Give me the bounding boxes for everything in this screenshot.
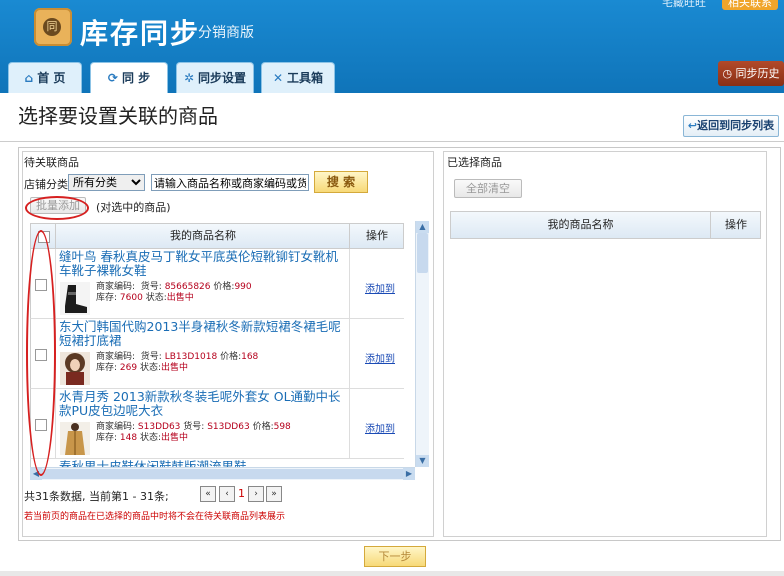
search-button[interactable]: 搜 索 bbox=[314, 171, 368, 193]
clear-all-button[interactable]: 全部清空 bbox=[454, 179, 522, 198]
table-row: 水青月秀 2013新款秋冬装毛呢外套女 OL通勤中长款PU皮包边呢大衣 商家编码… bbox=[30, 389, 404, 459]
last-page-button[interactable]: » bbox=[266, 486, 282, 502]
table-row: 东大门韩国代购2013半身裙秋冬新款短裙冬裙毛呢短裙打底裙 商家编码: 货号: … bbox=[30, 319, 404, 389]
return-icon: ↩ bbox=[687, 119, 698, 132]
scroll-right-icon[interactable]: ▶ bbox=[403, 468, 415, 480]
product-thumbnail bbox=[60, 352, 90, 385]
gear-icon: ✲ bbox=[183, 71, 195, 85]
scroll-thumb[interactable] bbox=[417, 233, 428, 273]
annotation-circle bbox=[25, 196, 89, 220]
product-table-header: 我的商品名称 操作 bbox=[30, 223, 404, 249]
next-step-button[interactable]: 下一步 bbox=[364, 546, 426, 567]
horizontal-scrollbar[interactable]: ◀ ▶ bbox=[30, 467, 415, 480]
back-label: 返回到同步列表 bbox=[697, 119, 775, 132]
product-meta-line2: 库存: 7600 状态:出售中 bbox=[96, 293, 194, 303]
product-name-link[interactable]: 春秋男士皮鞋休闲鞋韩版潮流男鞋 bbox=[59, 459, 247, 467]
next-page-button[interactable]: › bbox=[248, 486, 264, 502]
tab-label: 同 步 bbox=[121, 71, 151, 85]
divider bbox=[349, 389, 350, 459]
selected-table-header: 我的商品名称 操作 bbox=[450, 211, 761, 239]
add-to-link[interactable]: 添加到 bbox=[365, 420, 395, 435]
left-panel-label: 待关联商品 bbox=[24, 156, 79, 169]
category-label: 店铺分类 bbox=[24, 178, 68, 191]
table-row-partial: 春秋男士皮鞋休闲鞋韩版潮流男鞋 bbox=[30, 459, 404, 467]
warning-text: 若当前页的商品在已选择的商品中时将不会在待关联商品列表展示 bbox=[24, 512, 286, 522]
column-header-action: 操作 bbox=[710, 212, 761, 238]
top-right-links[interactable]: 宅藏旺旺 相关联系 bbox=[662, 0, 778, 10]
column-header-action: 操作 bbox=[349, 224, 404, 248]
app-logo: 同 bbox=[34, 8, 72, 46]
tools-icon: ✕ bbox=[272, 71, 284, 85]
current-page: 1 bbox=[238, 487, 245, 500]
tab-label: 首 页 bbox=[37, 71, 66, 85]
divider bbox=[55, 389, 56, 459]
scroll-thumb[interactable] bbox=[42, 469, 404, 479]
back-to-sync-list-button[interactable]: ↩返回到同步列表 bbox=[683, 115, 779, 137]
batch-add-hint: (对选中的商品) bbox=[96, 201, 171, 214]
footer-bar bbox=[0, 571, 784, 576]
product-meta-line1: 商家编码: 货号: 85665826 价格:990 bbox=[96, 282, 252, 292]
right-panel-label: 已选择商品 bbox=[447, 156, 502, 169]
pagination-summary: 共31条数据, 当前第1 - 31条; bbox=[24, 490, 169, 503]
tab-sync[interactable]: ⟳ 同 步 bbox=[90, 62, 168, 93]
product-thumbnail bbox=[60, 422, 90, 455]
search-input[interactable] bbox=[151, 174, 309, 191]
tab-toolbox[interactable]: ✕ 工具箱 bbox=[261, 62, 335, 93]
table-row: 缝叶鸟 春秋真皮马丁靴女平底英伦短靴铆钉女靴机车靴子裸靴女鞋 商家编码: 货号:… bbox=[30, 249, 404, 319]
divider bbox=[349, 319, 350, 389]
tab-home[interactable]: ⌂ 首 页 bbox=[8, 62, 82, 93]
product-meta-line1: 商家编码: S13DD63 货号: S13DD63 价格:598 bbox=[96, 422, 291, 432]
app-subtitle: 分销商版 bbox=[198, 25, 254, 41]
history-label: 同步历史 bbox=[735, 67, 780, 80]
vertical-scrollbar[interactable]: ▲ ▼ bbox=[415, 221, 429, 467]
annotation-ellipse bbox=[26, 230, 56, 476]
divider bbox=[55, 249, 56, 319]
app-title: 库存同步 bbox=[80, 17, 201, 50]
product-name-link[interactable]: 水青月秀 2013新款秋冬装毛呢外套女 OL通勤中长款PU皮包边呢大衣 bbox=[59, 390, 344, 418]
product-meta-line2: 库存: 148 状态:出售中 bbox=[96, 433, 189, 443]
clock-icon: ◷ bbox=[722, 67, 733, 80]
home-icon: ⌂ bbox=[24, 71, 34, 85]
logo-glyph: 同 bbox=[43, 18, 61, 36]
top-right-badge[interactable]: 相关联系 bbox=[722, 0, 778, 10]
scroll-up-icon[interactable]: ▲ bbox=[416, 221, 429, 233]
add-to-link[interactable]: 添加到 bbox=[365, 350, 395, 365]
column-header-name: 我的商品名称 bbox=[55, 224, 350, 248]
top-right-text[interactable]: 宅藏旺旺 bbox=[662, 0, 706, 9]
sync-icon: ⟳ bbox=[107, 71, 118, 85]
tab-sync-settings[interactable]: ✲ 同步设置 bbox=[176, 62, 254, 93]
divider bbox=[0, 141, 784, 142]
product-name-link[interactable]: 缝叶鸟 春秋真皮马丁靴女平底英伦短靴铆钉女靴机车靴子裸靴女鞋 bbox=[59, 250, 344, 278]
product-name-link[interactable]: 东大门韩国代购2013半身裙秋冬新款短裙冬裙毛呢短裙打底裙 bbox=[59, 320, 344, 348]
add-to-link[interactable]: 添加到 bbox=[365, 280, 395, 295]
category-select[interactable]: 所有分类 bbox=[68, 174, 145, 191]
divider bbox=[349, 249, 350, 319]
product-thumbnail bbox=[60, 282, 90, 315]
page-title: 选择要设置关联的商品 bbox=[18, 104, 218, 128]
product-meta-line2: 库存: 269 状态:出售中 bbox=[96, 363, 189, 373]
prev-page-button[interactable]: ‹ bbox=[219, 486, 235, 502]
product-meta-line1: 商家编码: 货号: LB13D1018 价格:168 bbox=[96, 352, 259, 362]
sync-history-button[interactable]: ◷ 同步历史 bbox=[718, 61, 784, 86]
scroll-down-icon[interactable]: ▼ bbox=[416, 455, 429, 467]
selected-products-panel bbox=[443, 151, 767, 537]
first-page-button[interactable]: « bbox=[200, 486, 216, 502]
tab-label: 同步设置 bbox=[198, 71, 247, 85]
tab-label: 工具箱 bbox=[287, 71, 324, 85]
column-header-name: 我的商品名称 bbox=[547, 218, 614, 231]
